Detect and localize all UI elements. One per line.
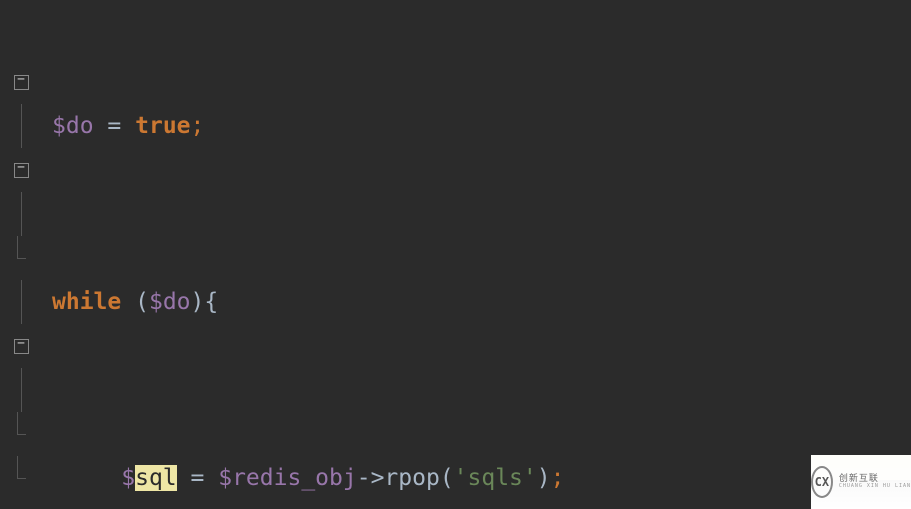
fold-toggle-icon[interactable] — [14, 75, 29, 90]
paren: ) — [537, 465, 551, 491]
variable: $do — [149, 289, 191, 315]
code-line: $do = true; — [42, 104, 911, 148]
operator: = — [107, 113, 121, 139]
gutter-row — [0, 236, 42, 280]
operator: = — [191, 465, 205, 491]
gutter-row — [0, 192, 42, 236]
gutter-row — [0, 324, 42, 368]
gutter-row — [0, 456, 42, 500]
keyword-while: while — [52, 289, 121, 315]
variable: $do — [52, 113, 94, 139]
gutter-row — [0, 60, 42, 104]
code-area[interactable]: $do = true; while ($do){ $sql = $redis_o… — [42, 0, 911, 509]
semicolon: ; — [551, 465, 565, 491]
paren: ) — [191, 289, 205, 315]
variable: $redis_obj — [218, 465, 356, 491]
fold-toggle-icon[interactable] — [14, 163, 29, 178]
method-call: rpop — [384, 465, 439, 491]
code-line: $sql = $redis_obj->rpop('sqls'); — [42, 456, 911, 500]
gutter-row — [0, 104, 42, 148]
search-highlight: sql — [135, 465, 177, 491]
code-line: while ($do){ — [42, 280, 911, 324]
paren: ( — [135, 289, 149, 315]
arrow: -> — [357, 465, 385, 491]
watermark-logo: CX 创新互联 CHUANG XIN HU LIAN — [811, 455, 911, 509]
variable: $sql — [121, 465, 176, 491]
fold-toggle-icon[interactable] — [14, 339, 29, 354]
gutter-row — [0, 148, 42, 192]
code-editor[interactable]: $do = true; while ($do){ $sql = $redis_o… — [0, 0, 911, 509]
gutter-row — [0, 280, 42, 324]
gutter-row — [0, 16, 42, 60]
brace: { — [204, 289, 218, 315]
gutter-row — [0, 412, 42, 456]
paren: ( — [440, 465, 454, 491]
string-literal: 'sqls' — [454, 465, 537, 491]
keyword-true: true — [135, 113, 190, 139]
gutter-row — [0, 368, 42, 412]
logo-icon: CX — [811, 466, 833, 498]
semicolon: ; — [191, 113, 205, 139]
fold-gutter — [0, 0, 42, 509]
logo-text: 创新互联 CHUANG XIN HU LIAN — [839, 475, 911, 489]
